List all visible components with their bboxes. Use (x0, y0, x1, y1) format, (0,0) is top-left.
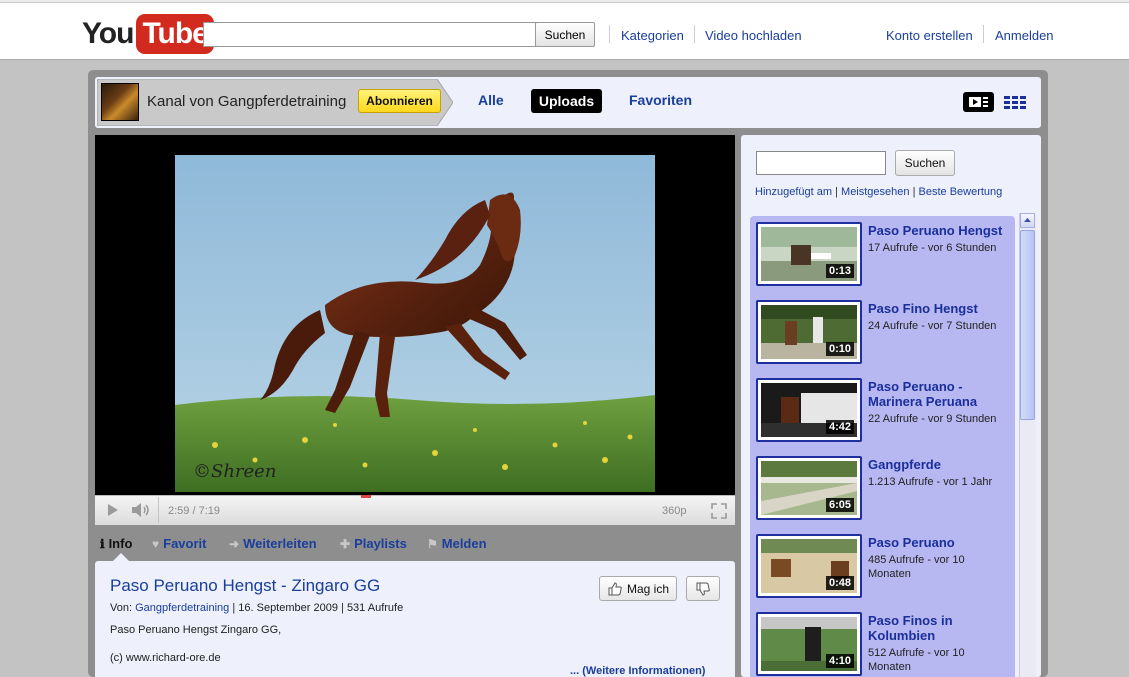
subscribe-button[interactable]: Abonnieren (358, 89, 441, 113)
tab-favorites[interactable]: Favoriten (629, 92, 692, 108)
video-list: 0:13 Paso Peruano Hengst 17 Aufrufe - vo… (750, 216, 1015, 677)
volume-icon[interactable] (129, 500, 153, 520)
list-item[interactable]: 0:48 Paso Peruano 485 Aufrufe - vor 10 M… (750, 528, 1015, 598)
grid-view-icon[interactable] (1004, 94, 1028, 110)
upload-date: 16. September 2009 (238, 602, 338, 614)
video-title-link[interactable]: Paso Peruano Hengst (868, 223, 1008, 238)
tab-report[interactable]: ⚑ Melden (427, 536, 487, 551)
more-info-link[interactable]: ... (Weitere Informationen) (570, 665, 705, 677)
logo-you-text: You (82, 17, 134, 50)
video-thumbnail[interactable]: 4:42 (756, 378, 862, 442)
list-item[interactable]: 4:10 Paso Finos in Kolumbien 512 Aufrufe… (750, 606, 1015, 676)
list-item[interactable]: 6:05 Gangpferde 1.213 Aufrufe - vor 1 Ja… (750, 450, 1015, 520)
video-thumbnail[interactable]: 0:48 (756, 534, 862, 598)
video-duration: 6:05 (825, 498, 854, 512)
video-duration: 4:42 (825, 420, 854, 434)
video-title-link[interactable]: Gangpferde (868, 457, 1008, 472)
sort-rating-link[interactable]: Beste Bewertung (919, 186, 1003, 198)
categories-link[interactable]: Kategorien (621, 28, 684, 43)
create-account-link[interactable]: Konto erstellen (886, 28, 973, 43)
tab-favorite[interactable]: ♥ Favorit (152, 536, 206, 551)
time-display: 2:59 / 7:19 (168, 505, 220, 517)
search-button[interactable]: Suchen (535, 22, 595, 47)
video-duration: 0:48 (825, 576, 854, 590)
divider (158, 497, 159, 523)
divider (983, 25, 984, 43)
player-view-icon[interactable] (963, 92, 994, 112)
scroll-up-icon[interactable] (1020, 213, 1035, 228)
video-meta: 1.213 Aufrufe - vor 1 Jahr (868, 476, 993, 488)
progress-indicator[interactable] (361, 495, 371, 498)
sort-links: Hinzugefügt am | Meistgesehen | Beste Be… (755, 186, 1003, 198)
video-thumbnail[interactable]: 0:10 (756, 300, 862, 364)
video-meta: 24 Aufrufe - vor 7 Stunden (868, 320, 997, 332)
video-frame-horse[interactable]: ©Shreen (175, 155, 655, 492)
youtube-logo[interactable]: You Tube (82, 14, 214, 54)
view-count: 531 Aufrufe (346, 602, 404, 614)
sort-date-link[interactable]: Hinzugefügt am (755, 186, 832, 198)
video-meta: Von: Gangpferdetraining | 16. September … (110, 602, 404, 614)
scroll-thumb[interactable] (1020, 230, 1035, 420)
tab-uploads[interactable]: Uploads (531, 89, 602, 113)
channel-avatar[interactable] (101, 83, 139, 121)
video-thumbnail[interactable]: 0:13 (756, 222, 862, 286)
list-item[interactable]: 4:42 Paso Peruano - Marinera Peruana 22 … (750, 372, 1015, 442)
video-meta: 17 Aufrufe - vor 6 Stunden (868, 242, 997, 254)
list-item[interactable]: 0:13 Paso Peruano Hengst 17 Aufrufe - vo… (750, 216, 1015, 286)
sign-in-link[interactable]: Anmelden (995, 28, 1054, 43)
video-title-link[interactable]: Paso Finos in Kolumbien (868, 613, 1008, 643)
active-tab-pointer (113, 553, 129, 561)
channel-name[interactable]: Kanal von Gangpferdetraining (147, 93, 346, 110)
play-icon[interactable] (101, 500, 123, 520)
video-description: Paso Peruano Hengst Zingaro GG, (110, 624, 282, 636)
quality-button[interactable]: 360p (662, 505, 686, 517)
browser-edge (0, 0, 1129, 3)
plus-icon: ✚ (340, 536, 351, 551)
thumbs-up-icon (608, 581, 622, 595)
thumbs-down-icon (696, 582, 710, 596)
video-title: Paso Peruano Hengst - Zingaro GG (110, 576, 381, 595)
divider (609, 25, 610, 43)
video-meta: 22 Aufrufe - vor 9 Stunden (868, 413, 997, 425)
video-title-link[interactable]: Paso Fino Hengst (868, 301, 1008, 316)
like-button[interactable]: Mag ich (599, 576, 677, 601)
tab-info[interactable]: ℹ Info (100, 536, 132, 551)
info-icon: ℹ (100, 536, 105, 551)
video-description-link: (c) www.richard-ore.de (110, 652, 221, 664)
sort-views-link[interactable]: Meistgesehen (841, 186, 910, 198)
video-watermark: ©Shreen (193, 461, 276, 482)
divider (694, 25, 695, 43)
video-thumbnail[interactable]: 4:10 (756, 612, 862, 676)
tab-all[interactable]: Alle (478, 92, 504, 108)
arrow-icon: ➜ (229, 536, 240, 551)
fullscreen-icon[interactable] (709, 501, 729, 521)
video-meta: 512 Aufrufe - vor 10 Monaten (868, 647, 965, 673)
upload-video-link[interactable]: Video hochladen (705, 28, 802, 43)
heart-icon: ♥ (152, 536, 160, 551)
video-meta: 485 Aufrufe - vor 10 Monaten (868, 554, 965, 580)
channel-search-input[interactable] (756, 151, 886, 175)
video-title-link[interactable]: Paso Peruano - Marinera Peruana (868, 379, 1008, 409)
video-title-link[interactable]: Paso Peruano (868, 535, 1008, 550)
channel-search-button[interactable]: Suchen (895, 150, 955, 176)
video-duration: 4:10 (825, 654, 854, 668)
video-duration: 0:10 (825, 342, 854, 356)
tab-share[interactable]: ➜ Weiterleiten (229, 536, 317, 551)
dislike-button[interactable] (686, 576, 720, 601)
author-link[interactable]: Gangpferdetraining (135, 602, 229, 614)
tab-playlists[interactable]: ✚ Playlists (340, 536, 407, 551)
search-input[interactable] (203, 22, 536, 47)
video-duration: 0:13 (825, 264, 854, 278)
flag-icon: ⚑ (427, 536, 438, 551)
list-item[interactable]: 0:10 Paso Fino Hengst 24 Aufrufe - vor 7… (750, 294, 1015, 364)
video-thumbnail[interactable]: 6:05 (756, 456, 862, 520)
